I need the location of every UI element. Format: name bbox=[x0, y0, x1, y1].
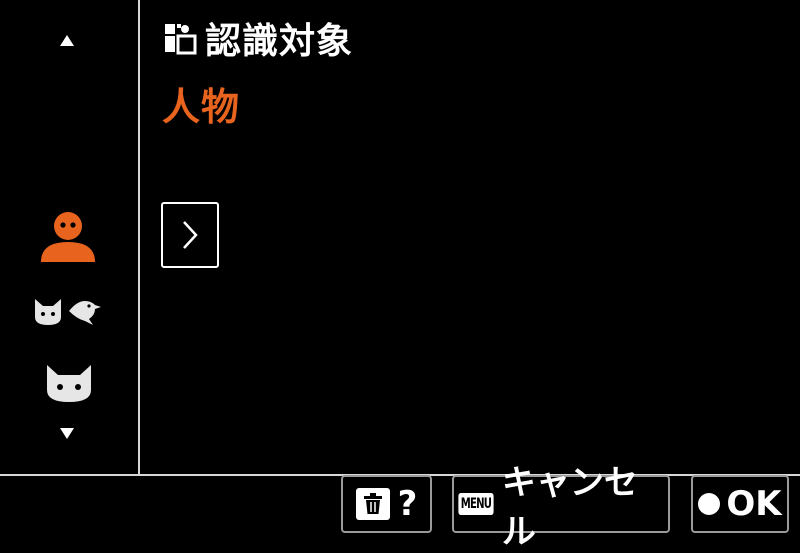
help-label: ? bbox=[397, 484, 418, 524]
cancel-label: キャンセル bbox=[501, 463, 638, 552]
animal-bird-icon[interactable] bbox=[33, 295, 103, 327]
scroll-down-icon[interactable] bbox=[60, 428, 74, 439]
ok-dot-icon bbox=[698, 493, 721, 515]
help-button[interactable]: ? bbox=[341, 475, 432, 533]
ok-button[interactable]: OK bbox=[691, 475, 789, 533]
current-value: 人物 bbox=[162, 85, 241, 129]
page-title-row: 認識対象 bbox=[163, 12, 353, 64]
page-title: 認識対象 bbox=[205, 21, 354, 62]
next-button[interactable] bbox=[161, 202, 219, 268]
scroll-up-icon[interactable] bbox=[60, 35, 74, 46]
option-sidebar bbox=[0, 0, 140, 474]
animal-icon[interactable] bbox=[44, 362, 94, 404]
ok-label: OK bbox=[726, 484, 782, 524]
cancel-button[interactable]: MENU キャンセル bbox=[452, 463, 670, 552]
person-icon[interactable] bbox=[38, 210, 98, 266]
chevron-right-icon bbox=[183, 221, 198, 249]
trash-icon bbox=[355, 488, 390, 520]
menu-badge: MENU bbox=[458, 493, 494, 515]
subject-detection-icon bbox=[165, 24, 197, 55]
